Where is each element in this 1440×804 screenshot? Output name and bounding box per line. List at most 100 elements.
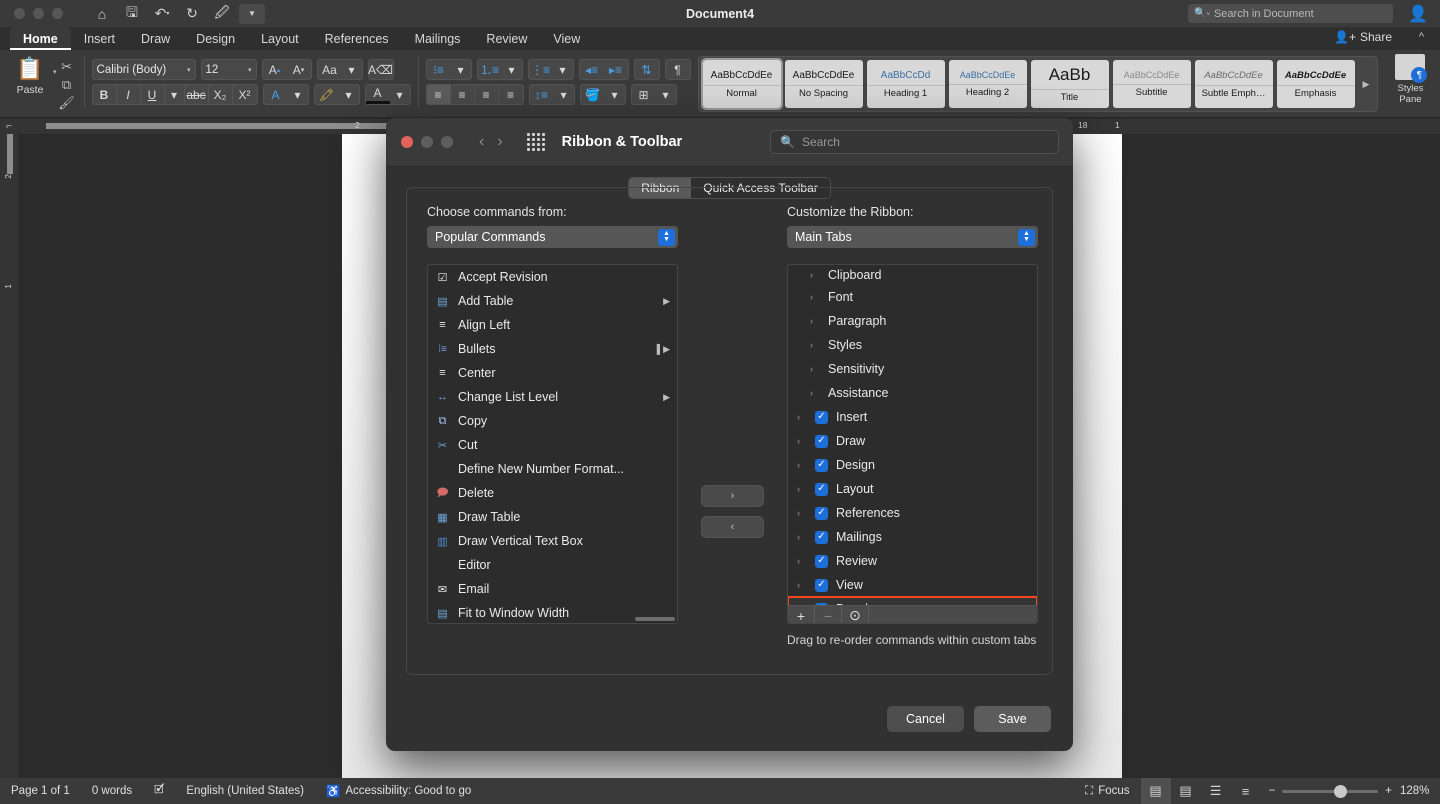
style-emphasis[interactable]: AaBbCcDdEe Emphasis	[1276, 60, 1355, 108]
dialog-close-button[interactable]	[401, 136, 413, 148]
subscript-icon[interactable]: X₂	[209, 85, 233, 104]
font-color-icon[interactable]: A	[264, 85, 288, 104]
tree-item-insert[interactable]: › ✓ Insert	[788, 405, 1037, 429]
chevron-down-icon[interactable]: ▾	[451, 60, 471, 79]
language-indicator[interactable]: English (United States)	[175, 778, 315, 804]
style-subtitle[interactable]: AaBbCcDdEe Subtitle	[1112, 60, 1191, 108]
align-right-icon[interactable]: ≡	[475, 85, 499, 104]
choose-commands-select[interactable]: Popular Commands ▲ ▼	[427, 226, 678, 248]
list-item[interactable]: Editor	[428, 553, 677, 577]
style-title[interactable]: AaBb Title	[1030, 60, 1109, 108]
style-normal[interactable]: AaBbCcDdEe Normal	[700, 58, 783, 110]
style-heading-2[interactable]: AaBbCcDdEe Heading 2	[948, 60, 1027, 108]
customize-qat-icon[interactable]: ▼	[239, 3, 265, 24]
share-button[interactable]: 👤+ Share	[1334, 30, 1392, 44]
styles-pane-button[interactable]: Styles Pane	[1384, 54, 1436, 105]
tab-view[interactable]: View	[540, 27, 593, 50]
list-item[interactable]: ✉ Email	[428, 577, 677, 601]
window-controls[interactable]	[14, 8, 63, 19]
list-item[interactable]: ≡ Align Left	[428, 313, 677, 337]
tree-item-developer[interactable]: ›✓Developer	[788, 596, 1037, 605]
list-item[interactable]: ≡ Center	[428, 361, 677, 385]
cancel-button[interactable]: Cancel	[887, 706, 964, 732]
tree-item-clipboard[interactable]: › Clipboard	[788, 265, 1037, 285]
tab-review[interactable]: Review	[473, 27, 540, 50]
commands-list-scrollbar[interactable]	[635, 617, 675, 621]
chevron-down-icon[interactable]: ▾	[656, 85, 676, 104]
chevron-right-icon[interactable]: ›	[797, 508, 807, 518]
zoom-percentage[interactable]: 128%	[1400, 785, 1440, 797]
copy-icon[interactable]: ⧉	[57, 76, 77, 93]
justify-icon[interactable]: ≡	[499, 85, 523, 104]
tab-references[interactable]: References	[312, 27, 402, 50]
zoom-slider[interactable]	[1282, 784, 1379, 798]
chevron-down-icon[interactable]: ▾	[554, 85, 574, 104]
tree-item-layout[interactable]: › ✓ Layout	[788, 477, 1037, 501]
list-item[interactable]: ✂ Cut	[428, 433, 677, 457]
word-count[interactable]: 0 words	[81, 778, 143, 804]
clear-formatting-icon[interactable]: A⌫	[368, 60, 393, 79]
chevron-down-icon[interactable]: ▾	[553, 60, 573, 79]
chevron-down-icon[interactable]: ▾	[502, 60, 522, 79]
more-options-button[interactable]: ⊙	[842, 605, 869, 623]
tree-item-styles[interactable]: › Styles	[788, 333, 1037, 357]
chevron-down-icon[interactable]: ▾	[605, 85, 625, 104]
edit-icon[interactable]: 🖉	[209, 4, 235, 24]
tree-item-mailings[interactable]: › ✓ Mailings	[788, 525, 1037, 549]
chevron-right-icon[interactable]: ›	[797, 460, 807, 470]
close-window-button[interactable]	[14, 8, 25, 19]
zoom-slider-knob[interactable]	[1334, 784, 1348, 798]
strikethrough-icon[interactable]: abc	[185, 85, 209, 104]
print-layout-view-icon[interactable]: ▤	[1140, 778, 1171, 804]
chevron-right-icon[interactable]: ›	[797, 436, 807, 446]
tree-item-design[interactable]: › ✓ Design	[788, 453, 1037, 477]
vertical-ruler[interactable]: 2 1	[0, 134, 18, 778]
align-center-icon[interactable]: ≡	[451, 85, 475, 104]
list-item[interactable]: ▥ Draw Vertical Text Box	[428, 529, 677, 553]
submenu-arrow-icon[interactable]: ▶	[663, 392, 670, 403]
search-input[interactable]: 🔍˅ Search in Document	[1188, 4, 1393, 23]
chevron-right-icon[interactable]: ›	[810, 388, 820, 398]
multilevel-list-icon[interactable]: ⋮≡	[529, 60, 553, 79]
checkbox[interactable]: ✓	[815, 506, 828, 520]
show-all-preferences-icon[interactable]	[526, 133, 545, 151]
checkbox[interactable]: ✓	[815, 482, 828, 496]
increase-indent-icon[interactable]: ▸≡	[604, 60, 628, 79]
submenu-arrow-icon[interactable]: ▌▶	[657, 344, 670, 355]
text-effects-icon[interactable]: A	[365, 85, 390, 104]
tree-item-paragraph[interactable]: › Paragraph	[788, 309, 1037, 333]
checkbox[interactable]: ✓	[815, 530, 828, 544]
numbering-icon[interactable]: ⒈≡	[478, 60, 502, 79]
forward-icon[interactable]: ›	[497, 133, 502, 151]
cut-icon[interactable]: ✂	[57, 58, 77, 75]
checkbox[interactable]: ✓	[815, 554, 828, 568]
checkbox[interactable]: ✓	[815, 410, 828, 424]
dialog-maximize-button[interactable]	[441, 136, 453, 148]
chevron-right-icon[interactable]: ›	[797, 532, 807, 542]
tab-mailings[interactable]: Mailings	[402, 27, 474, 50]
borders-icon[interactable]: ⊞	[632, 85, 656, 104]
add-to-ribbon-button[interactable]: ›	[701, 484, 764, 507]
italic-icon[interactable]: I	[117, 85, 141, 104]
chevron-down-icon[interactable]: ▾	[342, 60, 362, 79]
remove-from-ribbon-button[interactable]: ‹	[701, 515, 764, 538]
text-highlight-icon[interactable]: 🖍	[315, 85, 339, 104]
tree-item-sensitivity[interactable]: › Sensitivity	[788, 357, 1037, 381]
remove-button[interactable]: −	[815, 605, 842, 623]
accessibility-status[interactable]: ♿ Accessibility: Good to go	[315, 778, 482, 804]
chevron-right-icon[interactable]: ›	[810, 292, 820, 302]
list-item[interactable]: ⁞≡ Bullets ▌▶	[428, 337, 677, 361]
submenu-arrow-icon[interactable]: ▶	[663, 296, 670, 307]
chevron-down-icon[interactable]: ▾	[339, 85, 359, 104]
page-indicator[interactable]: Page 1 of 1	[0, 778, 81, 804]
decrease-indent-icon[interactable]: ◂≡	[580, 60, 604, 79]
chevron-right-icon[interactable]: ›	[810, 270, 820, 280]
outline-view-icon[interactable]: ☰	[1201, 778, 1231, 804]
show-formatting-marks-icon[interactable]: ¶	[666, 60, 690, 79]
list-item[interactable]: ↔ Change List Level ▶	[428, 385, 677, 409]
chevron-right-icon[interactable]: ›	[797, 580, 807, 590]
commands-list[interactable]: ☑ Accept Revision ▤ Add Table ▶ ≡ Align Left…	[427, 264, 678, 624]
maximize-window-button[interactable]	[52, 8, 63, 19]
style-heading-1[interactable]: AaBbCcDd Heading 1	[866, 60, 945, 108]
tree-item-references[interactable]: › ✓ References	[788, 501, 1037, 525]
